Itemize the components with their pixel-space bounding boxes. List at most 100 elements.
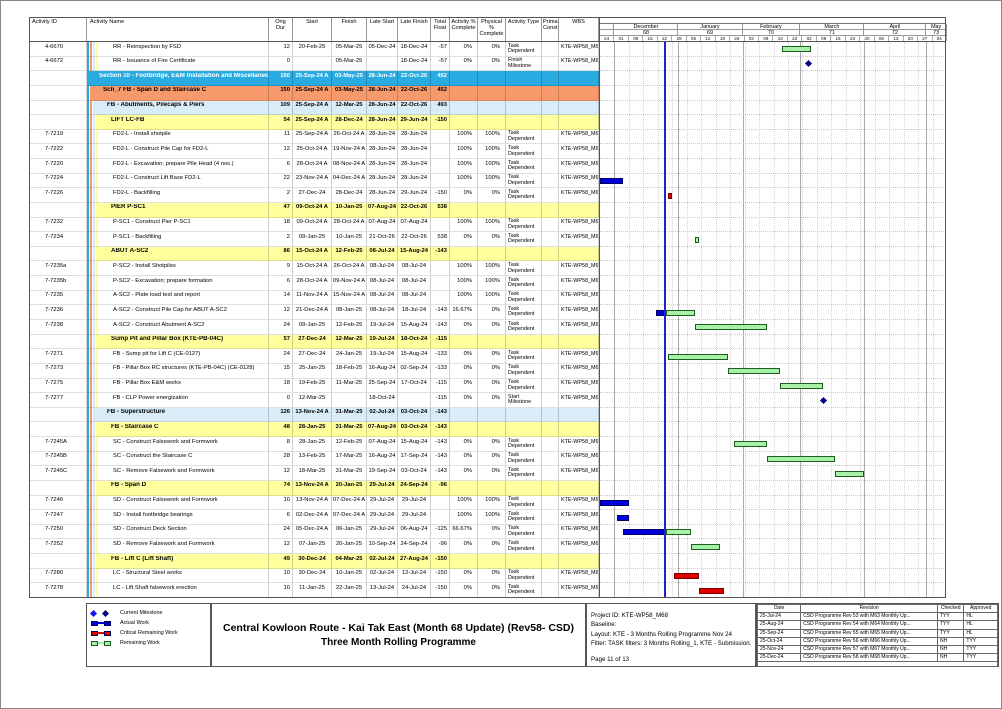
cell-prima	[542, 583, 559, 598]
cell-late_finish: 18-Oct-24	[398, 335, 431, 350]
cell-phys_pct: 100%	[478, 261, 506, 276]
cell-id: 7-7278	[29, 583, 87, 598]
cell-wbs: KTE-WP58_M68.O	[559, 379, 599, 394]
cell-type: Task Dependent	[506, 42, 542, 57]
cell-phys_pct	[478, 71, 506, 86]
cell-late_finish: 24-Jul-24	[398, 583, 431, 598]
cell-float	[431, 291, 450, 306]
cell-wbs: KTE-WP58_M68.O	[559, 276, 599, 291]
cell-prima	[542, 130, 559, 145]
timeline-tick: 02	[802, 36, 816, 41]
gantt-bar-remaining	[728, 368, 780, 374]
cell-late_start: 19-Jul-24	[367, 320, 398, 335]
gantt-chart	[599, 42, 946, 598]
cell-id	[29, 101, 87, 116]
cell-start: 28-Jan-25	[293, 437, 332, 452]
cell-start: 12-Mar-25	[293, 393, 332, 408]
cell-prima	[542, 57, 559, 72]
gantt-row	[600, 349, 946, 364]
cell-id	[29, 71, 87, 86]
cell-late_start: 25-Sep-24	[367, 379, 398, 394]
cell-float: -96	[431, 539, 450, 554]
cell-act_pct: 0%	[450, 583, 478, 598]
cell-prima	[542, 437, 559, 452]
cell-phys_pct	[478, 554, 506, 569]
cell-wbs	[559, 247, 599, 262]
activity-row: 7-7275FB - Pillar Box E&M works1819-Feb-…	[29, 379, 599, 394]
cell-type: Task Dependent	[506, 174, 542, 189]
revision-cell: 25-Oct-24	[758, 637, 801, 645]
cell-late_finish: 28-Jun-24	[398, 174, 431, 189]
cell-prima	[542, 335, 559, 350]
cell-finish: 10-Jan-25	[332, 203, 367, 218]
gantt-row	[600, 379, 946, 394]
cell-wbs: KTE-WP58_M68.O	[559, 159, 599, 174]
cell-late_finish: 18-Jul-24	[398, 305, 431, 320]
column-header-type: Activity Type	[506, 17, 542, 41]
cell-late_start: 07-Aug-24	[367, 437, 398, 452]
cell-float: -143	[431, 408, 450, 423]
gantt-row	[600, 261, 946, 276]
cell-late_start: 05-Dec-24	[367, 42, 398, 57]
timeline-tick: 15	[643, 36, 657, 41]
cell-float	[431, 159, 450, 174]
activity-row: 7-7271FB - Sump pit for Lift C (CE-0127)…	[29, 349, 599, 364]
cell-prima	[542, 174, 559, 189]
cell-start: 25-Sep-24 A	[293, 86, 332, 101]
cell-act_pct: 100%	[450, 159, 478, 174]
cell-act_pct	[450, 335, 478, 350]
timeline-tick: 01	[614, 36, 628, 41]
cell-prima	[542, 86, 559, 101]
column-header-late_start: Late Start	[367, 17, 398, 41]
activity-row: 7-7246SD - Construct Falsework and Formw…	[29, 496, 599, 511]
timeline-tick: 09	[759, 36, 773, 41]
cell-prima	[542, 481, 559, 496]
cell-type: Task Dependent	[506, 349, 542, 364]
cell-dur: 6	[269, 510, 293, 525]
cell-late_finish: 29-Jun-24	[398, 115, 431, 130]
band-row: ABUT A-SC28615-Oct-24 A12-Feb-2508-Jul-2…	[29, 247, 599, 262]
cell-type: Task Dependent	[506, 291, 542, 306]
cell-type: Task Dependent	[506, 144, 542, 159]
cell-id: 7-7220	[29, 159, 87, 174]
cell-id	[29, 247, 87, 262]
cell-late_finish: 27-Aug-24	[398, 554, 431, 569]
cell-wbs	[559, 422, 599, 437]
cell-type	[506, 115, 542, 130]
revision-empty-row	[758, 662, 998, 667]
cell-type	[506, 335, 542, 350]
cell-act_pct: 100%	[450, 130, 478, 145]
cell-name: FD2-L - Excavation; prepare Pile Head (4…	[87, 159, 269, 174]
cell-act_pct: 0%	[450, 42, 478, 57]
cell-wbs: KTE-WP58_M68.O	[559, 305, 599, 320]
cell-dur: 54	[269, 115, 293, 130]
cell-float: -143	[431, 466, 450, 481]
cell-late_start: 13-Jul-24	[367, 583, 398, 598]
cell-type	[506, 101, 542, 116]
cell-finish: 12-Feb-25	[332, 247, 367, 262]
cell-type: Start Milestone	[506, 393, 542, 408]
cell-act_pct	[450, 203, 478, 218]
cell-wbs: KTE-WP58_M68.O	[559, 364, 599, 379]
cell-finish: 28-Dec-24	[332, 188, 367, 203]
cell-late_start: 28-Jun-24	[367, 86, 398, 101]
cell-phys_pct: 0%	[478, 379, 506, 394]
cell-finish: 04-Dec-24 A	[332, 174, 367, 189]
cell-prima	[542, 203, 559, 218]
cell-phys_pct: 0%	[478, 437, 506, 452]
cell-id: 7-7280	[29, 569, 87, 584]
cell-phys_pct: 100%	[478, 291, 506, 306]
cell-start: 28-Oct-24 A	[293, 159, 332, 174]
gantt-bar-remaining	[780, 383, 823, 389]
cell-act_pct: 0%	[450, 364, 478, 379]
cell-float	[431, 218, 450, 233]
activity-row: 7-7280LC - Structural Steel works1030-De…	[29, 569, 599, 584]
cell-act_pct: 0%	[450, 232, 478, 247]
timeline-tick: 23	[788, 36, 802, 41]
revision-column-checked: Checked	[938, 605, 964, 613]
cell-dur: 12	[269, 539, 293, 554]
cell-start: 25-Sep-24 A	[293, 115, 332, 130]
cell-late_start	[367, 57, 398, 72]
activity-row: 7-7235bP-SC2 - Excavation; prepare forma…	[29, 276, 599, 291]
revision-cell: TYY	[964, 646, 998, 654]
